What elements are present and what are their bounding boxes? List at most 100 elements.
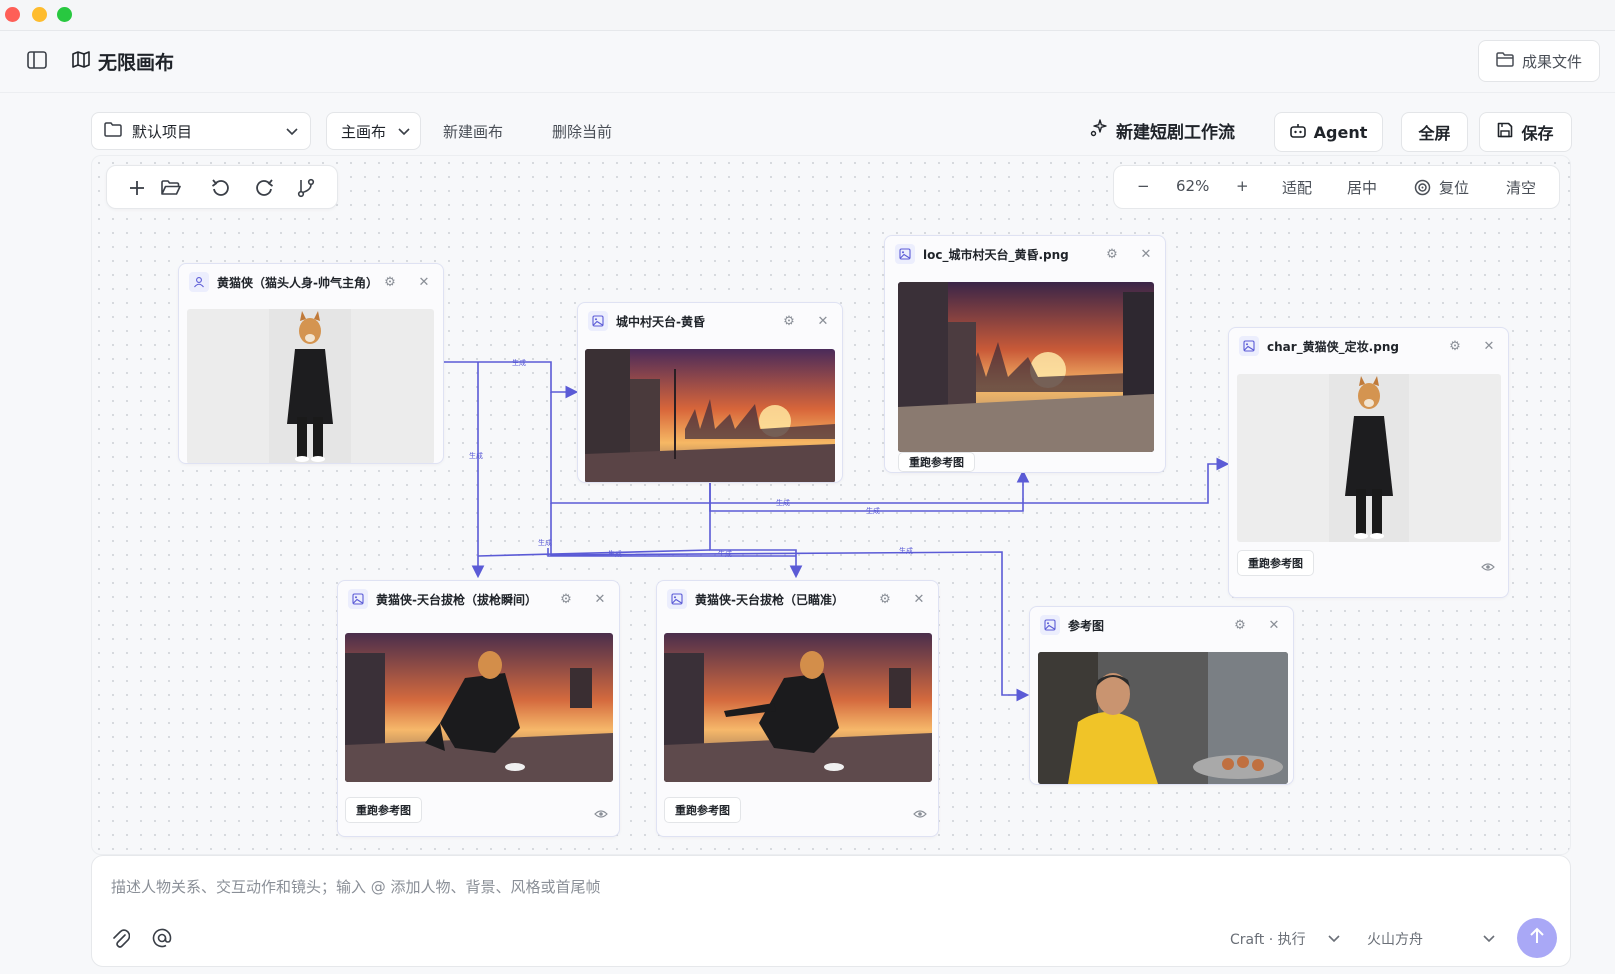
paperclip-icon[interactable]	[109, 926, 133, 950]
new-flow-button[interactable]: 新建短剧工作流	[1090, 118, 1235, 143]
fullscreen-button[interactable]: 全屏	[1401, 112, 1468, 152]
minimize-window-button[interactable]	[32, 7, 47, 22]
scene-image	[585, 349, 835, 482]
close-icon[interactable]: ✕	[1139, 247, 1153, 262]
character-image	[1237, 374, 1501, 542]
image-node[interactable]: 城中村天台-黄昏 ⚙ ✕	[577, 302, 843, 483]
image-icon	[588, 311, 608, 331]
close-icon[interactable]: ✕	[1267, 618, 1281, 633]
rerun-reference-button[interactable]: 重跑参考图	[345, 797, 422, 823]
node-header: 城中村天台-黄昏 ⚙ ✕	[578, 303, 842, 339]
fullscreen-label: 全屏	[1418, 124, 1451, 143]
window-titlebar	[0, 0, 1615, 31]
add-node-icon[interactable]	[125, 176, 149, 200]
app-title-text: 无限画布	[98, 52, 175, 74]
node-title: 黄猫侠（猫头人身-帅气主角）	[217, 275, 375, 290]
results-files-label: 成果文件	[1521, 52, 1582, 71]
delete-current-button[interactable]: 删除当前	[552, 121, 612, 142]
robot-icon	[1289, 123, 1306, 142]
redo-icon[interactable]	[252, 176, 276, 200]
canvas-select[interactable]: 主画布	[326, 112, 421, 150]
folder-icon	[1496, 51, 1514, 71]
zoom-in-button[interactable]: +	[1236, 177, 1249, 195]
undo-icon[interactable]	[209, 176, 233, 200]
maximize-window-button[interactable]	[57, 7, 72, 22]
node-title: char_黄猫侠_定妆.png	[1267, 339, 1399, 354]
close-icon[interactable]: ✕	[816, 314, 830, 329]
mention-icon[interactable]	[150, 926, 174, 950]
canvas-select-value: 主画布	[341, 122, 387, 141]
node-title: 黄猫侠-天台拔枪（已瞄准）	[695, 592, 844, 607]
zoom-level: 62%	[1176, 177, 1210, 195]
user-icon	[189, 272, 209, 292]
zoom-toolbar: − 62% + 适配 居中 复位 清空	[1113, 165, 1560, 209]
image-node[interactable]: char_黄猫侠_定妆.png ⚙ ✕ 重跑参考图	[1228, 327, 1509, 598]
branch-icon[interactable]	[294, 176, 318, 200]
center-button[interactable]: 居中	[1347, 177, 1377, 198]
node-header: char_黄猫侠_定妆.png ⚙ ✕	[1229, 328, 1508, 364]
node-title: 城中村天台-黄昏	[616, 314, 705, 329]
project-select[interactable]: 默认项目	[91, 112, 311, 150]
close-icon[interactable]: ✕	[417, 275, 431, 290]
gear-icon[interactable]: ⚙	[782, 314, 796, 329]
node-title: 黄猫侠-天台拔枪（拔枪瞬间）	[376, 592, 537, 607]
app-header	[0, 31, 1615, 93]
project-select-value: 默认项目	[132, 122, 193, 141]
map-icon	[72, 50, 90, 73]
fit-button[interactable]: 适配	[1282, 177, 1312, 198]
image-node[interactable]: 黄猫侠-天台拔枪（已瞄准） ⚙ ✕ 重跑参考图	[656, 580, 939, 837]
image-node[interactable]: 黄猫侠-天台拔枪（拔枪瞬间） ⚙ ✕ 重跑参考图	[337, 580, 620, 837]
save-button[interactable]: 保存	[1479, 112, 1572, 152]
image-icon	[895, 244, 915, 264]
zoom-out-button[interactable]: −	[1137, 177, 1150, 195]
gear-icon[interactable]: ⚙	[383, 275, 397, 290]
prompt-input[interactable]	[111, 872, 1311, 902]
model-select[interactable]: 火山方舟	[1367, 929, 1495, 949]
character-node[interactable]: 黄猫侠（猫头人身-帅气主角） ⚙ ✕	[178, 263, 444, 464]
gear-icon[interactable]: ⚙	[1105, 247, 1119, 262]
new-canvas-button[interactable]: 新建画布	[443, 121, 503, 142]
page-title: 无限画布	[72, 48, 174, 75]
action-image	[345, 633, 613, 782]
image-node[interactable]: loc_城市村天台_黄昏.png ⚙ ✕ 重跑参考图	[884, 235, 1166, 473]
close-icon[interactable]: ✕	[912, 592, 926, 607]
node-header: 黄猫侠-天台拔枪（已瞄准） ⚙ ✕	[657, 581, 938, 617]
close-icon[interactable]: ✕	[593, 592, 607, 607]
image-icon	[1040, 615, 1060, 635]
agent-button[interactable]: Agent	[1274, 112, 1383, 152]
save-label: 保存	[1521, 124, 1554, 143]
node-header: loc_城市村天台_黄昏.png ⚙ ✕	[885, 236, 1165, 272]
eye-icon[interactable]	[594, 804, 608, 818]
node-header: 参考图 ⚙ ✕	[1030, 607, 1293, 643]
rerun-reference-button[interactable]: 重跑参考图	[664, 797, 741, 823]
scene-image	[898, 282, 1154, 452]
action-image	[664, 633, 932, 782]
close-window-button[interactable]	[5, 7, 20, 22]
mode-select[interactable]: Craft · 执行	[1230, 929, 1340, 949]
gear-icon[interactable]: ⚙	[878, 592, 892, 607]
eye-icon[interactable]	[1481, 557, 1495, 571]
clear-button[interactable]: 清空	[1506, 177, 1536, 198]
chevron-down-icon	[1483, 931, 1495, 947]
open-folder-icon[interactable]	[159, 176, 183, 200]
prompt-composer: Craft · 执行 火山方舟	[91, 855, 1571, 967]
gear-icon[interactable]: ⚙	[1233, 618, 1247, 633]
agent-label: Agent	[1313, 122, 1368, 142]
sidebar-toggle-icon[interactable]	[26, 49, 48, 71]
results-files-button[interactable]: 成果文件	[1478, 40, 1600, 82]
rerun-reference-button[interactable]: 重跑参考图	[1237, 550, 1314, 576]
node-title: loc_城市村天台_黄昏.png	[923, 247, 1069, 262]
send-button[interactable]	[1517, 918, 1557, 958]
reset-button[interactable]: 复位	[1439, 177, 1469, 198]
close-icon[interactable]: ✕	[1482, 339, 1496, 354]
target-icon	[1414, 179, 1431, 200]
gear-icon[interactable]: ⚙	[1448, 339, 1462, 354]
rerun-reference-button[interactable]: 重跑参考图	[898, 452, 975, 472]
image-icon	[667, 589, 687, 609]
image-node[interactable]: 参考图 ⚙ ✕	[1029, 606, 1294, 785]
gear-icon[interactable]: ⚙	[559, 592, 573, 607]
canvas-tools	[106, 165, 338, 209]
eye-icon[interactable]	[913, 804, 927, 818]
chevron-down-icon	[286, 122, 298, 140]
node-header: 黄猫侠（猫头人身-帅气主角） ⚙ ✕	[179, 264, 443, 300]
